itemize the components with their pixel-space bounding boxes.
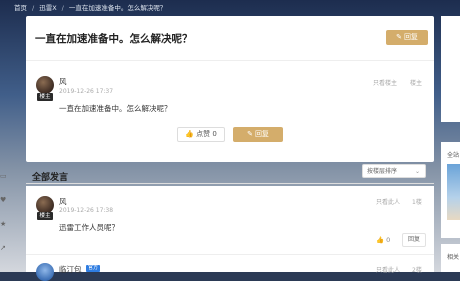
avatar[interactable] xyxy=(36,76,54,94)
official-badge: 官方 xyxy=(86,265,101,272)
floor-label: 1楼 xyxy=(412,199,422,206)
comment-icon[interactable]: ▭ xyxy=(0,172,7,180)
divider xyxy=(26,183,434,184)
all-replies-title: 全部发言 xyxy=(32,173,69,183)
sort-value: 按楼层排序 xyxy=(367,168,398,175)
reply-button-top[interactable]: ✎ 回复 xyxy=(386,30,428,45)
like-button[interactable]: 👍 0 xyxy=(376,236,390,244)
host-badge: 楼主 xyxy=(37,212,53,220)
author-name[interactable]: 风 xyxy=(59,196,67,207)
host-badge: 楼主 xyxy=(37,93,53,101)
breadcrumb-home[interactable]: 首页 xyxy=(14,4,27,12)
like-icon[interactable]: ♥ xyxy=(0,196,6,204)
only-this-link[interactable]: 只看此人 xyxy=(376,197,400,206)
reply-content: 迅雷工作人员呢？ xyxy=(59,223,119,232)
sidebar-panel: 相关 xyxy=(441,244,460,272)
sidebar-panel: 全站 xyxy=(441,142,460,238)
thumb-up-icon: 👍 xyxy=(376,236,385,244)
author-name[interactable]: 临汀包 xyxy=(59,264,82,275)
only-host-link[interactable]: 只看楼主 xyxy=(373,78,397,87)
floor-label: 2楼 xyxy=(412,267,422,274)
post-time: 2019-12-26 17:38 xyxy=(59,207,114,214)
post-content: 一直在加速准备中。怎么解决呢？ xyxy=(59,104,172,113)
like-count: 0 xyxy=(386,236,391,244)
reply-label: 回复 xyxy=(254,130,269,138)
reply-button[interactable]: 回复 xyxy=(402,233,426,247)
like-label: 点赞 0 xyxy=(196,130,217,138)
right-sidebar: 全站 相关 xyxy=(441,16,460,272)
replies-list: 楼主 风 2019-12-26 17:38 只看此人 1楼 迅雷工作人员呢？ 👍… xyxy=(26,186,434,281)
post-time: 2019-12-26 17:37 xyxy=(59,88,114,95)
sidebar-label: 全站 xyxy=(447,152,460,159)
sidebar-panel xyxy=(441,16,460,122)
breadcrumb: 首页 / 迅雷X / 一直在加速准备中。怎么解决呢？ xyxy=(14,4,167,12)
left-tool-icons: ▭ ♥ ★ ↗ xyxy=(0,172,8,268)
breadcrumb-forum[interactable]: 迅雷X xyxy=(39,4,56,12)
divider xyxy=(26,254,434,255)
thumb-up-icon: 👍 xyxy=(185,130,194,138)
star-icon[interactable]: ★ xyxy=(0,220,6,228)
topic-card: 一直在加速准备中。怎么解决呢？ ✎ 回复 楼主 风 2019-12-26 17:3… xyxy=(26,16,434,162)
breadcrumb-current: 一直在加速准备中。怎么解决呢？ xyxy=(68,4,167,12)
sort-select[interactable]: 按楼层排序 ⌄ xyxy=(362,164,426,178)
only-this-link[interactable]: 只看此人 xyxy=(376,265,400,274)
pencil-icon: ✎ xyxy=(247,130,253,138)
avatar[interactable] xyxy=(36,263,54,281)
reply-button-label: 回复 xyxy=(403,33,418,41)
share-icon[interactable]: ↗ xyxy=(0,244,6,252)
reply-button[interactable]: ✎ 回复 xyxy=(233,127,283,142)
divider xyxy=(26,60,434,61)
topic-title: 一直在加速准备中。怎么解决呢？ xyxy=(35,33,193,45)
banner-image[interactable] xyxy=(447,164,460,220)
like-button[interactable]: 👍 点赞 0 xyxy=(177,127,225,142)
chevron-down-icon: ⌄ xyxy=(414,168,420,175)
sidebar-label: 相关 xyxy=(447,254,460,261)
author-name[interactable]: 风 xyxy=(59,76,67,87)
floor-label: 楼主 xyxy=(410,80,423,87)
pencil-icon: ✎ xyxy=(396,33,402,41)
